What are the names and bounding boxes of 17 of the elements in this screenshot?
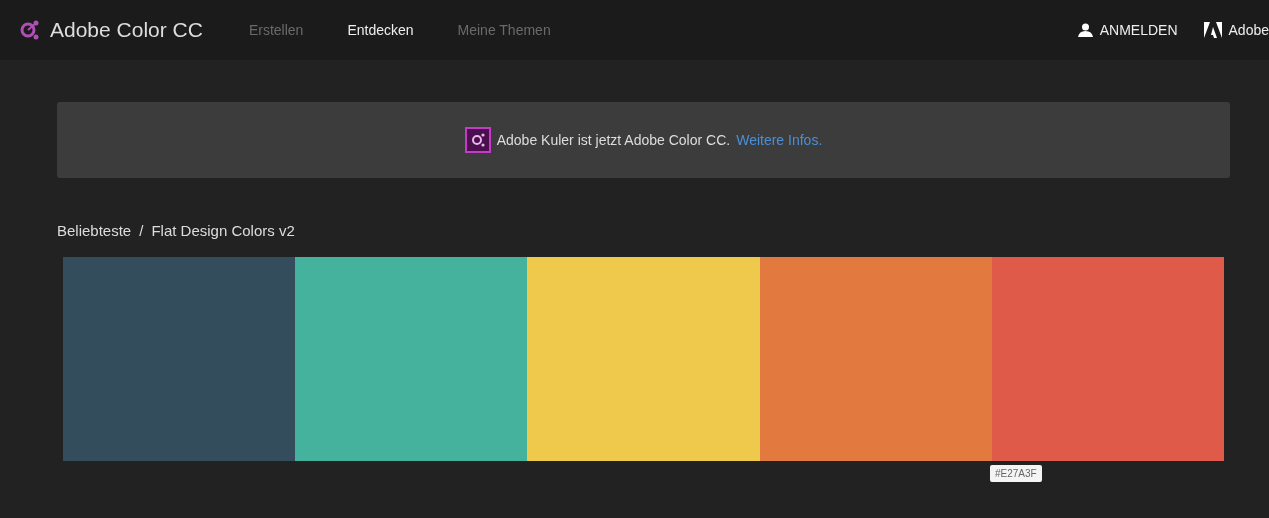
- color-swatch[interactable]: [759, 257, 992, 461]
- notice-text: Adobe Kuler ist jetzt Adobe Color CC.: [496, 132, 731, 148]
- breadcrumb-link[interactable]: Beliebteste: [57, 222, 132, 239]
- login-link[interactable]: ANMELDEN: [1077, 22, 1178, 38]
- app-title: Adobe Color CC: [50, 18, 203, 42]
- breadcrumb-separator: /: [139, 222, 144, 239]
- color-swatch[interactable]: [527, 257, 760, 461]
- adobe-link[interactable]: Adobe: [1203, 22, 1269, 38]
- nav-tab[interactable]: Entdecken: [347, 22, 414, 38]
- color-swatch[interactable]: [63, 257, 296, 461]
- color-swatch[interactable]: [991, 257, 1224, 461]
- adobe-logo-icon: [1203, 22, 1222, 38]
- color-swatch[interactable]: [295, 257, 528, 461]
- color-tooltip: #E27A3F: [990, 465, 1042, 482]
- logo-icon: [464, 127, 491, 153]
- theme-title: Flat Design Colors v2: [151, 222, 295, 239]
- user-icon: [1077, 23, 1093, 37]
